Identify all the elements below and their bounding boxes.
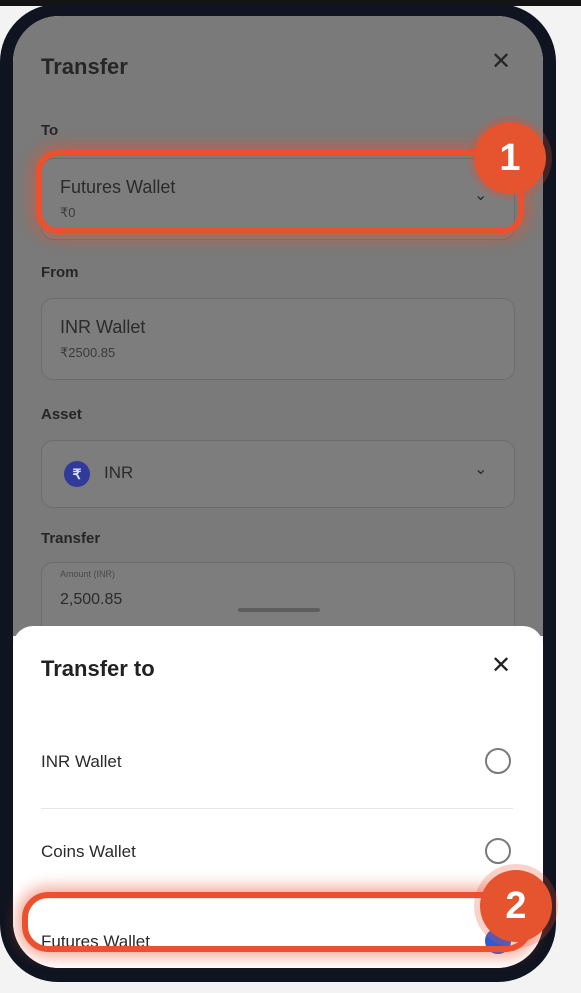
inr-coin-icon: ₹ [64, 461, 90, 487]
sheet-drag-handle[interactable] [238, 608, 320, 612]
option-coins-wallet[interactable]: Coins Wallet [13, 810, 543, 898]
from-wallet-balance: ₹2500.85 [60, 345, 116, 360]
option-label: Coins Wallet [41, 842, 136, 861]
step-badge-1: 1 [474, 122, 546, 194]
radio-button[interactable] [485, 748, 511, 774]
divider [41, 808, 513, 809]
page-title: Transfer [41, 54, 128, 79]
asset-name: INR [104, 463, 134, 482]
close-icon[interactable]: ✕ [487, 652, 515, 680]
from-wallet-name: INR Wallet [60, 317, 146, 337]
from-wallet-field: INR Wallet ₹2500.85 [41, 298, 515, 380]
highlight-ring-step1 [36, 150, 524, 234]
chevron-down-icon: ⌄ [474, 461, 488, 478]
close-icon[interactable]: ✕ [487, 48, 515, 76]
amount-value: 2,500.85 [60, 591, 123, 608]
asset-label: Asset [41, 406, 82, 423]
to-label: To [41, 122, 59, 139]
highlight-ring-step2 [22, 892, 532, 952]
sheet-title: Transfer to [41, 656, 155, 681]
option-label: INR Wallet [41, 752, 122, 771]
option-inr-wallet[interactable]: INR Wallet [13, 720, 543, 808]
transfer-label: Transfer [41, 530, 101, 547]
from-label: From [41, 264, 79, 281]
amount-placeholder: Amount (INR) [60, 569, 116, 579]
transfer-form-overlay: Transfer ✕ To Futures Wallet ₹0 ⌄ From I… [13, 16, 543, 644]
asset-select[interactable]: ₹ INR ⌄ [41, 440, 515, 508]
step-badge-2: 2 [480, 870, 552, 942]
radio-button[interactable] [485, 838, 511, 864]
